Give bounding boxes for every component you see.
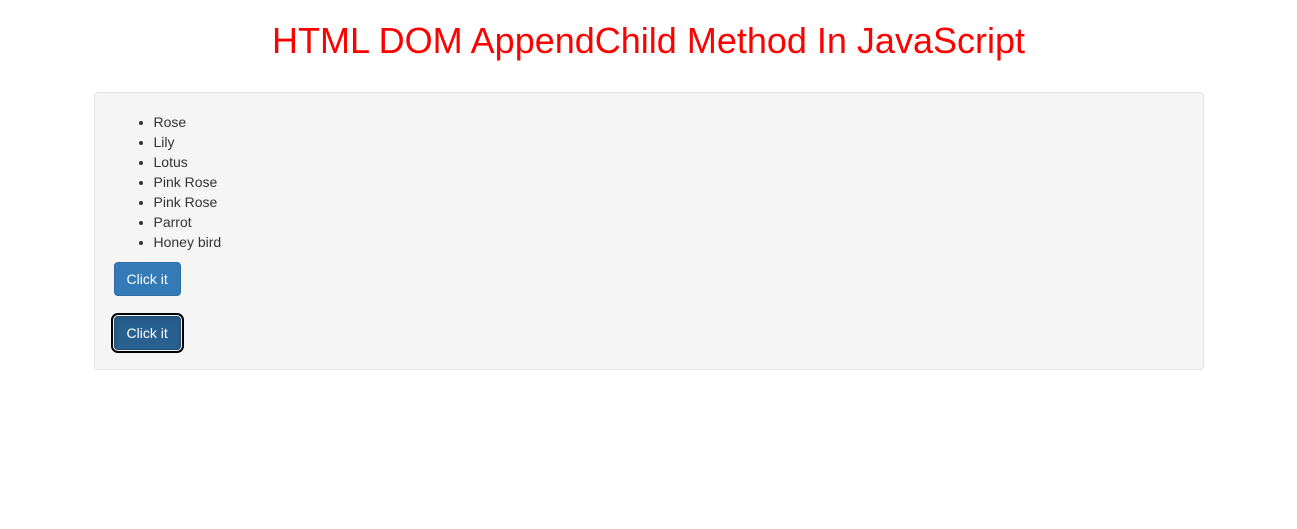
click-it-button-2[interactable]: Click it <box>114 316 181 350</box>
flower-list: Rose Lily Lotus Pink Rose Pink Rose Parr… <box>114 112 1184 252</box>
click-it-button-1[interactable]: Click it <box>114 262 181 296</box>
list-item: Lily <box>154 132 1184 152</box>
list-item: Pink Rose <box>154 192 1184 212</box>
button-wrap-1: Click it <box>114 262 1184 296</box>
page-title: HTML DOM AppendChild Method In JavaScrip… <box>94 20 1204 62</box>
list-item: Rose <box>154 112 1184 132</box>
container: HTML DOM AppendChild Method In JavaScrip… <box>79 20 1219 370</box>
list-item: Honey bird <box>154 232 1184 252</box>
button-wrap-2: Click it <box>114 316 1184 350</box>
list-item: Pink Rose <box>154 172 1184 192</box>
list-item: Lotus <box>154 152 1184 172</box>
list-item: Parrot <box>154 212 1184 232</box>
well-panel: Rose Lily Lotus Pink Rose Pink Rose Parr… <box>94 92 1204 370</box>
